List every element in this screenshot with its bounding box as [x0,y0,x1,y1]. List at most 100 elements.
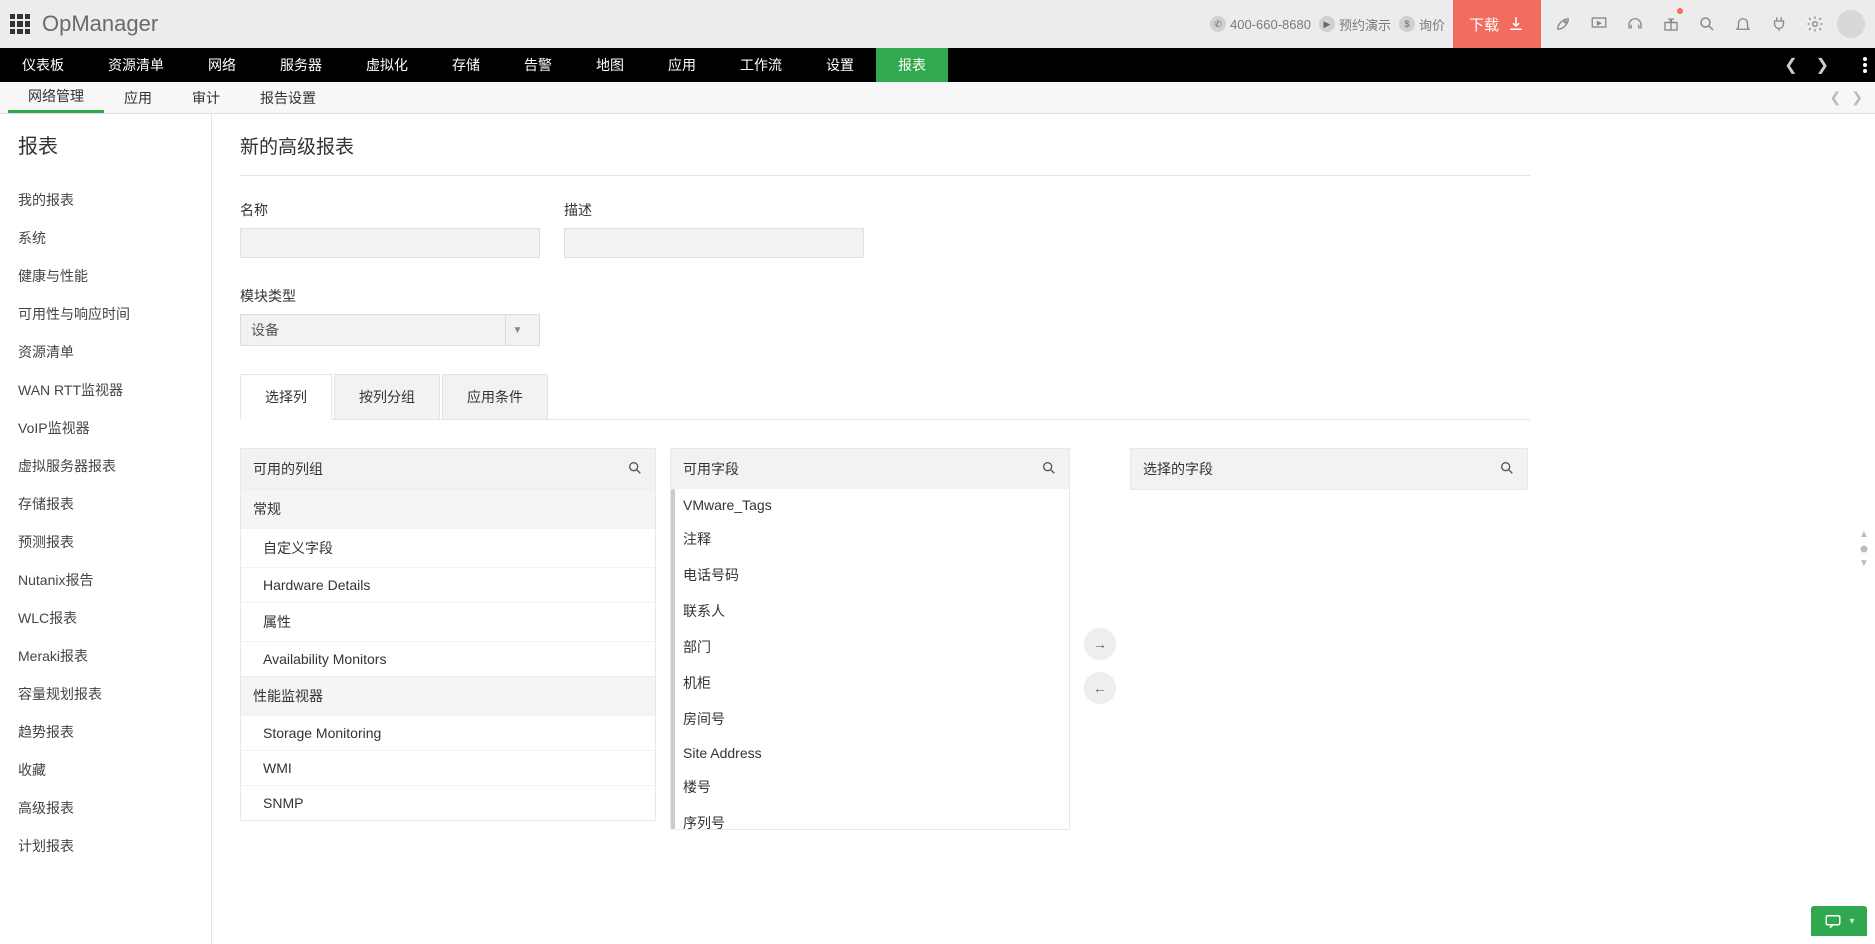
available-field-item[interactable]: 序列号 [671,805,1069,829]
rocket-icon[interactable] [1549,10,1577,38]
sidebar-item[interactable]: 资源清单 [12,333,199,371]
sub-nav-item[interactable]: 审计 [172,82,240,113]
sidebar-item[interactable]: 存储报表 [12,485,199,523]
chat-button[interactable] [1811,906,1867,936]
main-nav-item[interactable]: 工作流 [718,48,804,82]
available-field-item[interactable]: 房间号 [671,701,1069,737]
main-nav-item[interactable]: 地图 [574,48,646,82]
available-field-item[interactable]: Site Address [671,737,1069,769]
main-nav-item[interactable]: 服务器 [258,48,344,82]
apps-grid-icon[interactable] [10,14,30,34]
avatar[interactable] [1837,10,1865,38]
main-nav-item[interactable]: 应用 [646,48,718,82]
name-input[interactable] [240,228,540,258]
sidebar-item[interactable]: 容量规划报表 [12,675,199,713]
sidebar-item[interactable]: 系统 [12,219,199,257]
search-icon[interactable] [1693,10,1721,38]
plug-icon[interactable] [1765,10,1793,38]
column-group-item[interactable]: Availability Monitors [241,641,655,676]
phone-link[interactable]: ✆ 400-660-8680 [1210,16,1311,32]
sub-nav-item[interactable]: 应用 [104,82,172,113]
sidebar-item[interactable]: 虚拟服务器报表 [12,447,199,485]
quote-label: 询价 [1419,15,1445,34]
headset-icon[interactable] [1621,10,1649,38]
sidebar-item[interactable]: Nutanix报告 [12,561,199,599]
available-field-item[interactable]: VMware_Tags [671,489,1069,521]
chat-icon [1823,912,1843,930]
chevron-down-icon: ▼ [505,315,529,345]
sidebar-item[interactable]: 我的报表 [12,181,199,219]
move-left-button[interactable]: ← [1084,672,1116,704]
main-nav-item[interactable]: 仪表板 [0,48,86,82]
module-type-group: 模块类型 设备 ▼ [240,286,540,346]
main-nav-arrows: ❮ ❯ [1770,48,1875,82]
sub-nav-item[interactable]: 网络管理 [8,82,104,113]
move-right-button[interactable]: → [1084,628,1116,660]
presentation-icon[interactable] [1585,10,1613,38]
available-field-item[interactable]: 联系人 [671,593,1069,629]
column-group-header[interactable]: 常规 [241,489,655,528]
column-group-item[interactable]: 自定义字段 [241,528,655,567]
search-icon[interactable] [1041,460,1057,479]
sidebar-item[interactable]: Meraki报表 [12,637,199,675]
sidebar-item[interactable]: 可用性与响应时间 [12,295,199,333]
module-type-select[interactable]: 设备 ▼ [240,314,540,346]
main-nav-item[interactable]: 告警 [502,48,574,82]
column-group-item[interactable]: Storage Monitoring [241,715,655,750]
download-label: 下载 [1469,14,1499,35]
tabs: 选择列按列分组应用条件 [240,374,1530,420]
sidebar-item[interactable]: 趋势报表 [12,713,199,751]
column-group-item[interactable]: SNMP [241,785,655,820]
form-row-1: 名称 描述 [240,200,1530,258]
main-nav-item[interactable]: 资源清单 [86,48,186,82]
sidebar-item[interactable]: 收藏 [12,751,199,789]
gear-icon[interactable] [1801,10,1829,38]
demo-link[interactable]: ▶ 预约演示 [1319,15,1391,34]
dollar-icon: $ [1399,16,1415,32]
bell-icon[interactable] [1729,10,1757,38]
sidebar-item[interactable]: WLC报表 [12,599,199,637]
main-nav-item[interactable]: 虚拟化 [344,48,430,82]
description-input[interactable] [564,228,864,258]
sidebar-item[interactable]: 高级报表 [12,789,199,827]
top-right: ✆ 400-660-8680 ▶ 预约演示 $ 询价 下载 [1210,0,1865,48]
sidebar-item[interactable]: WAN RTT监视器 [12,371,199,409]
subnav-prev-icon[interactable]: ❮ [1826,89,1846,106]
main-nav-item[interactable]: 网络 [186,48,258,82]
search-icon[interactable] [1499,460,1515,479]
nav-next-icon[interactable]: ❯ [1810,55,1835,75]
available-field-item[interactable]: 电话号码 [671,557,1069,593]
sub-nav: 网络管理应用审计报告设置 ❮ ❯ [0,82,1875,114]
main-nav-item[interactable]: 报表 [876,48,948,82]
sidebar-item[interactable]: 预测报表 [12,523,199,561]
available-field-item[interactable]: 注释 [671,521,1069,557]
subnav-next-icon[interactable]: ❯ [1847,89,1867,106]
form-row-2: 模块类型 设备 ▼ [240,286,1530,346]
quote-link[interactable]: $ 询价 [1399,15,1445,34]
sidebar-item[interactable]: VoIP监视器 [12,409,199,447]
scroll-indicator[interactable]: ▲ ▼ [1857,529,1871,569]
tab[interactable]: 按列分组 [334,374,440,419]
column-group-item[interactable]: Hardware Details [241,567,655,602]
nav-prev-icon[interactable]: ❮ [1778,55,1803,75]
available-field-item[interactable]: 部门 [671,629,1069,665]
sidebar-item[interactable]: 计划报表 [12,827,199,865]
download-button[interactable]: 下载 [1453,0,1541,48]
available-field-item[interactable]: 机柜 [671,665,1069,701]
column-group-header[interactable]: 性能监视器 [241,676,655,715]
main-nav-item[interactable]: 设置 [804,48,876,82]
play-icon: ▶ [1319,16,1335,32]
tab[interactable]: 应用条件 [442,374,548,419]
available-fields-header: 可用字段 [671,449,1069,489]
sidebar-item[interactable]: 健康与性能 [12,257,199,295]
tab[interactable]: 选择列 [240,374,332,420]
search-icon[interactable] [627,460,643,479]
main-nav: 仪表板资源清单网络服务器虚拟化存储告警地图应用工作流设置报表 ❮ ❯ [0,48,1875,82]
column-group-item[interactable]: 属性 [241,602,655,641]
column-group-item[interactable]: WMI [241,750,655,785]
sub-nav-item[interactable]: 报告设置 [240,82,336,113]
nav-more-icon[interactable] [1863,48,1867,82]
gift-icon[interactable] [1657,10,1685,38]
main-nav-item[interactable]: 存储 [430,48,502,82]
available-field-item[interactable]: 楼号 [671,769,1069,805]
